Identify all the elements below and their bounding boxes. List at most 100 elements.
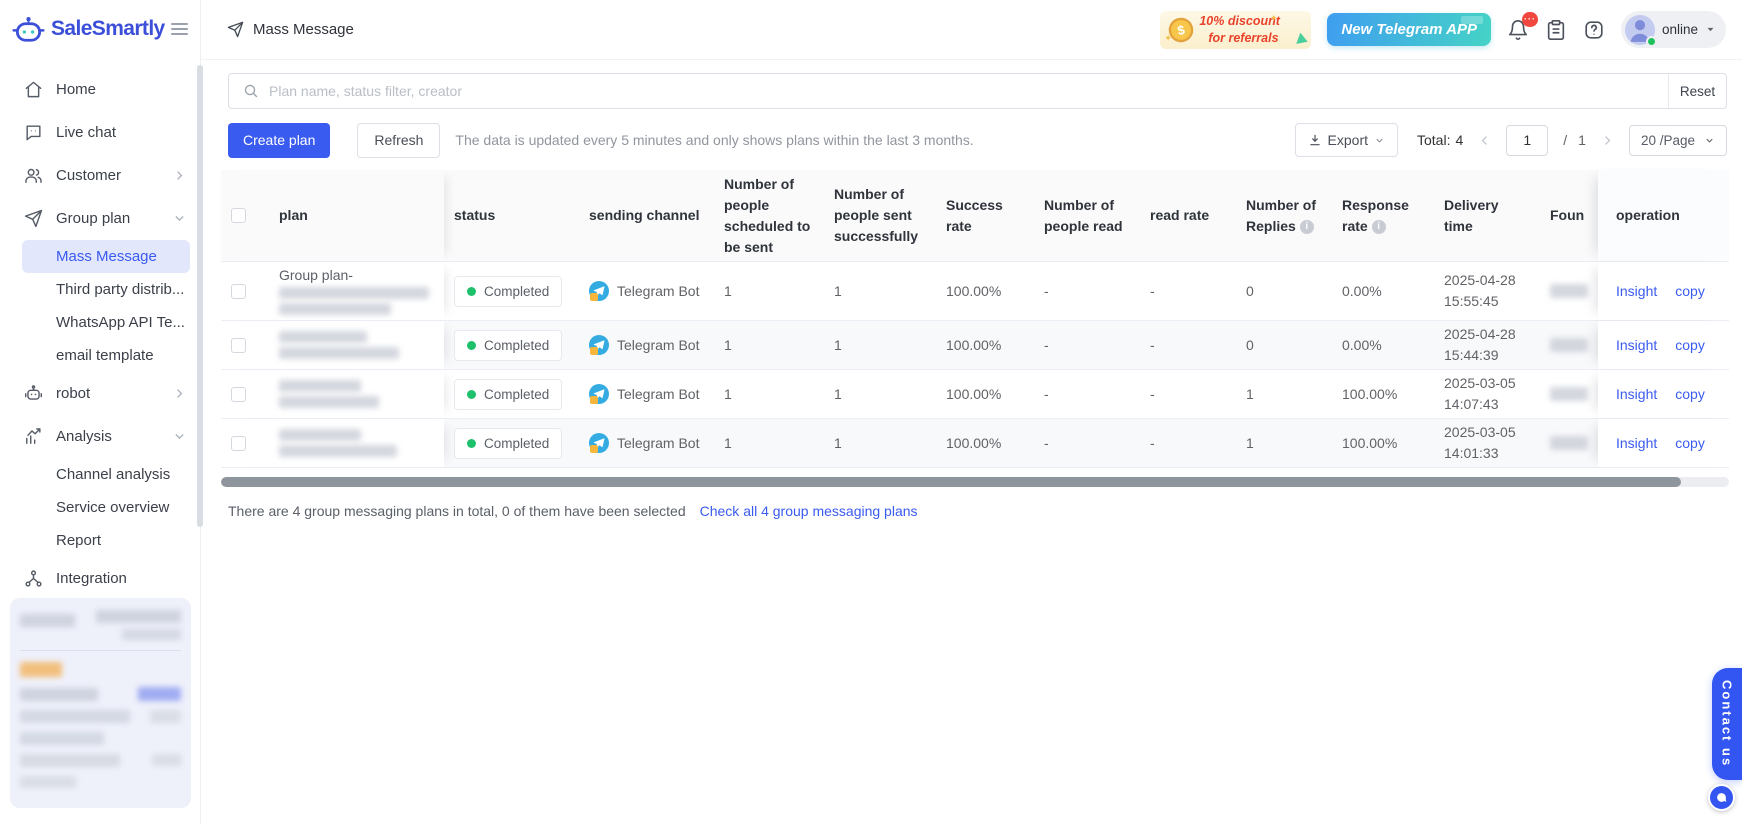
column-header-label: plan [279,207,308,223]
reset-button[interactable]: Reset [1668,74,1726,108]
contact-chat-icon[interactable] [1708,784,1735,811]
redacted-text [279,445,397,457]
sidebar-item-mass-message[interactable]: Mass Message [22,240,190,273]
horizontal-scrollbar-thumb[interactable] [221,477,1681,487]
sidebar-item-group-plan[interactable]: Group plan [0,197,200,240]
copy-link[interactable]: copy [1675,386,1705,402]
success-rate-value: 100.00% [946,283,1002,299]
row-checkbox[interactable] [231,283,246,299]
cell-operation: Insight copy [1598,419,1729,467]
app-root: SaleSmartly Home Live chat Customer Group p… [0,0,1742,824]
contact-us-tab[interactable]: Contact us [1712,668,1742,780]
copy-link[interactable]: copy [1675,337,1705,353]
delivery-time: 2025-04-28 15:55:45 [1444,272,1516,309]
people-read-value: - [1044,337,1049,353]
cell-channel: Telegram Bot [579,262,714,320]
bot-badge [590,396,598,404]
redacted-text [20,776,76,788]
insight-link[interactable]: Insight [1616,337,1657,353]
scheduled-value: 1 [724,386,732,402]
create-plan-button[interactable]: Create plan [228,122,331,158]
row-checkbox[interactable] [231,386,246,402]
chart-icon [24,427,43,446]
delivery-time: 2025-04-28 15:44:39 [1444,326,1516,363]
online-status-dot [1645,35,1657,47]
previous-page-icon[interactable] [1478,134,1491,147]
check-all-plans-link[interactable]: Check all 4 group messaging plans [700,503,918,519]
next-page-icon[interactable] [1601,134,1614,147]
bot-badge [590,293,598,301]
sidebar-item-channel-analysis[interactable]: Channel analysis [22,458,190,491]
cell-delivery: 2025-03-05 14:07:43 [1434,370,1540,418]
plan-name[interactable] [279,331,399,359]
clipboard-icon[interactable] [1545,19,1567,41]
sidebar-item-report[interactable]: Report [22,524,190,557]
sidebar-item-robot[interactable]: robot [0,372,200,415]
row-checkbox[interactable] [231,435,246,451]
row-checkbox[interactable] [231,337,246,353]
insight-link[interactable]: Insight [1616,386,1657,402]
cell-replies: 1 [1236,370,1332,418]
sidebar-item-integration[interactable]: Integration [0,557,200,600]
cell-people_read: - [1034,321,1140,369]
chat-icon [24,123,43,142]
new-telegram-app-badge[interactable]: New Telegram APP [1327,13,1491,46]
sidebar-item-analysis[interactable]: Analysis [0,415,200,458]
search-input[interactable] [269,74,1668,108]
insight-link[interactable]: Insight [1616,435,1657,451]
response-rate-value: 100.00% [1342,386,1398,402]
sidebar-collapse-icon[interactable] [170,18,188,40]
cell-scheduled: 1 [714,370,824,418]
export-button[interactable]: Export [1294,123,1398,157]
cell-check [221,370,269,418]
scheduled-value: 1 [724,337,732,353]
read-rate-value: - [1150,386,1155,402]
select-all-checkbox[interactable] [231,208,246,223]
sidebar-item-customer[interactable]: Customer [0,154,200,197]
plan-name[interactable]: Group plan- [279,267,429,316]
redacted-text [1550,284,1588,298]
cell-check [221,262,269,320]
sparkle-icon: ✦ [1164,32,1172,43]
copy-link[interactable]: copy [1675,283,1705,299]
notifications-bell-icon[interactable]: ··· [1507,11,1538,41]
integration-icon [24,569,43,588]
sidebar-item-live-chat[interactable]: Live chat [0,111,200,154]
plan-name[interactable] [279,429,397,457]
vertical-scrollbar[interactable] [197,65,203,527]
sparkle-icon: ✦ [1269,12,1278,23]
refresh-button[interactable]: Refresh [357,122,441,158]
status-dot [467,438,476,448]
cell-status: Completed [444,262,579,320]
sidebar-item-whatsapp-api-template[interactable]: WhatsApp API Te... [22,306,190,339]
column-header-label: Response rate i [1342,196,1409,234]
cell-scheduled: 1 [714,419,824,467]
insight-link[interactable]: Insight [1616,283,1657,299]
cell-channel: Telegram Bot [579,419,714,467]
sidebar-item-home[interactable]: Home [0,68,200,111]
sidebar-item-service-overview[interactable]: Service overview [22,491,190,524]
sent-value: 1 [834,435,842,451]
sidebar-item-third-party-distribution[interactable]: Third party distrib... [22,273,190,306]
sent-value: 1 [834,283,842,299]
column-header-plan: plan [269,170,444,261]
copy-link[interactable]: copy [1675,435,1705,451]
chevron-down-icon [173,430,186,443]
cell-replies: 0 [1236,321,1332,369]
cell-status: Completed [444,370,579,418]
telegram-icon [589,384,609,404]
page-size-select[interactable]: 20 /Page [1628,124,1727,156]
info-icon[interactable]: i [1299,219,1314,234]
sidebar-item-label: Customer [56,167,122,184]
referral-discount-banner[interactable]: $ 10% discount for referrals ✦ ✦ [1160,10,1312,49]
sidebar-item-email-template[interactable]: email template [22,339,190,372]
info-icon[interactable]: i [1371,219,1386,234]
help-icon[interactable] [1583,19,1605,41]
column-header-label: Number of Replies i [1246,196,1316,234]
column-header-delivery: Delivery time [1434,170,1540,261]
plan-name[interactable] [279,380,379,408]
column-header-response_rate: Response rate i [1332,170,1434,261]
user-menu[interactable]: online [1620,11,1726,48]
current-page-input[interactable]: 1 [1506,124,1549,156]
column-header-label: operation [1616,207,1680,223]
